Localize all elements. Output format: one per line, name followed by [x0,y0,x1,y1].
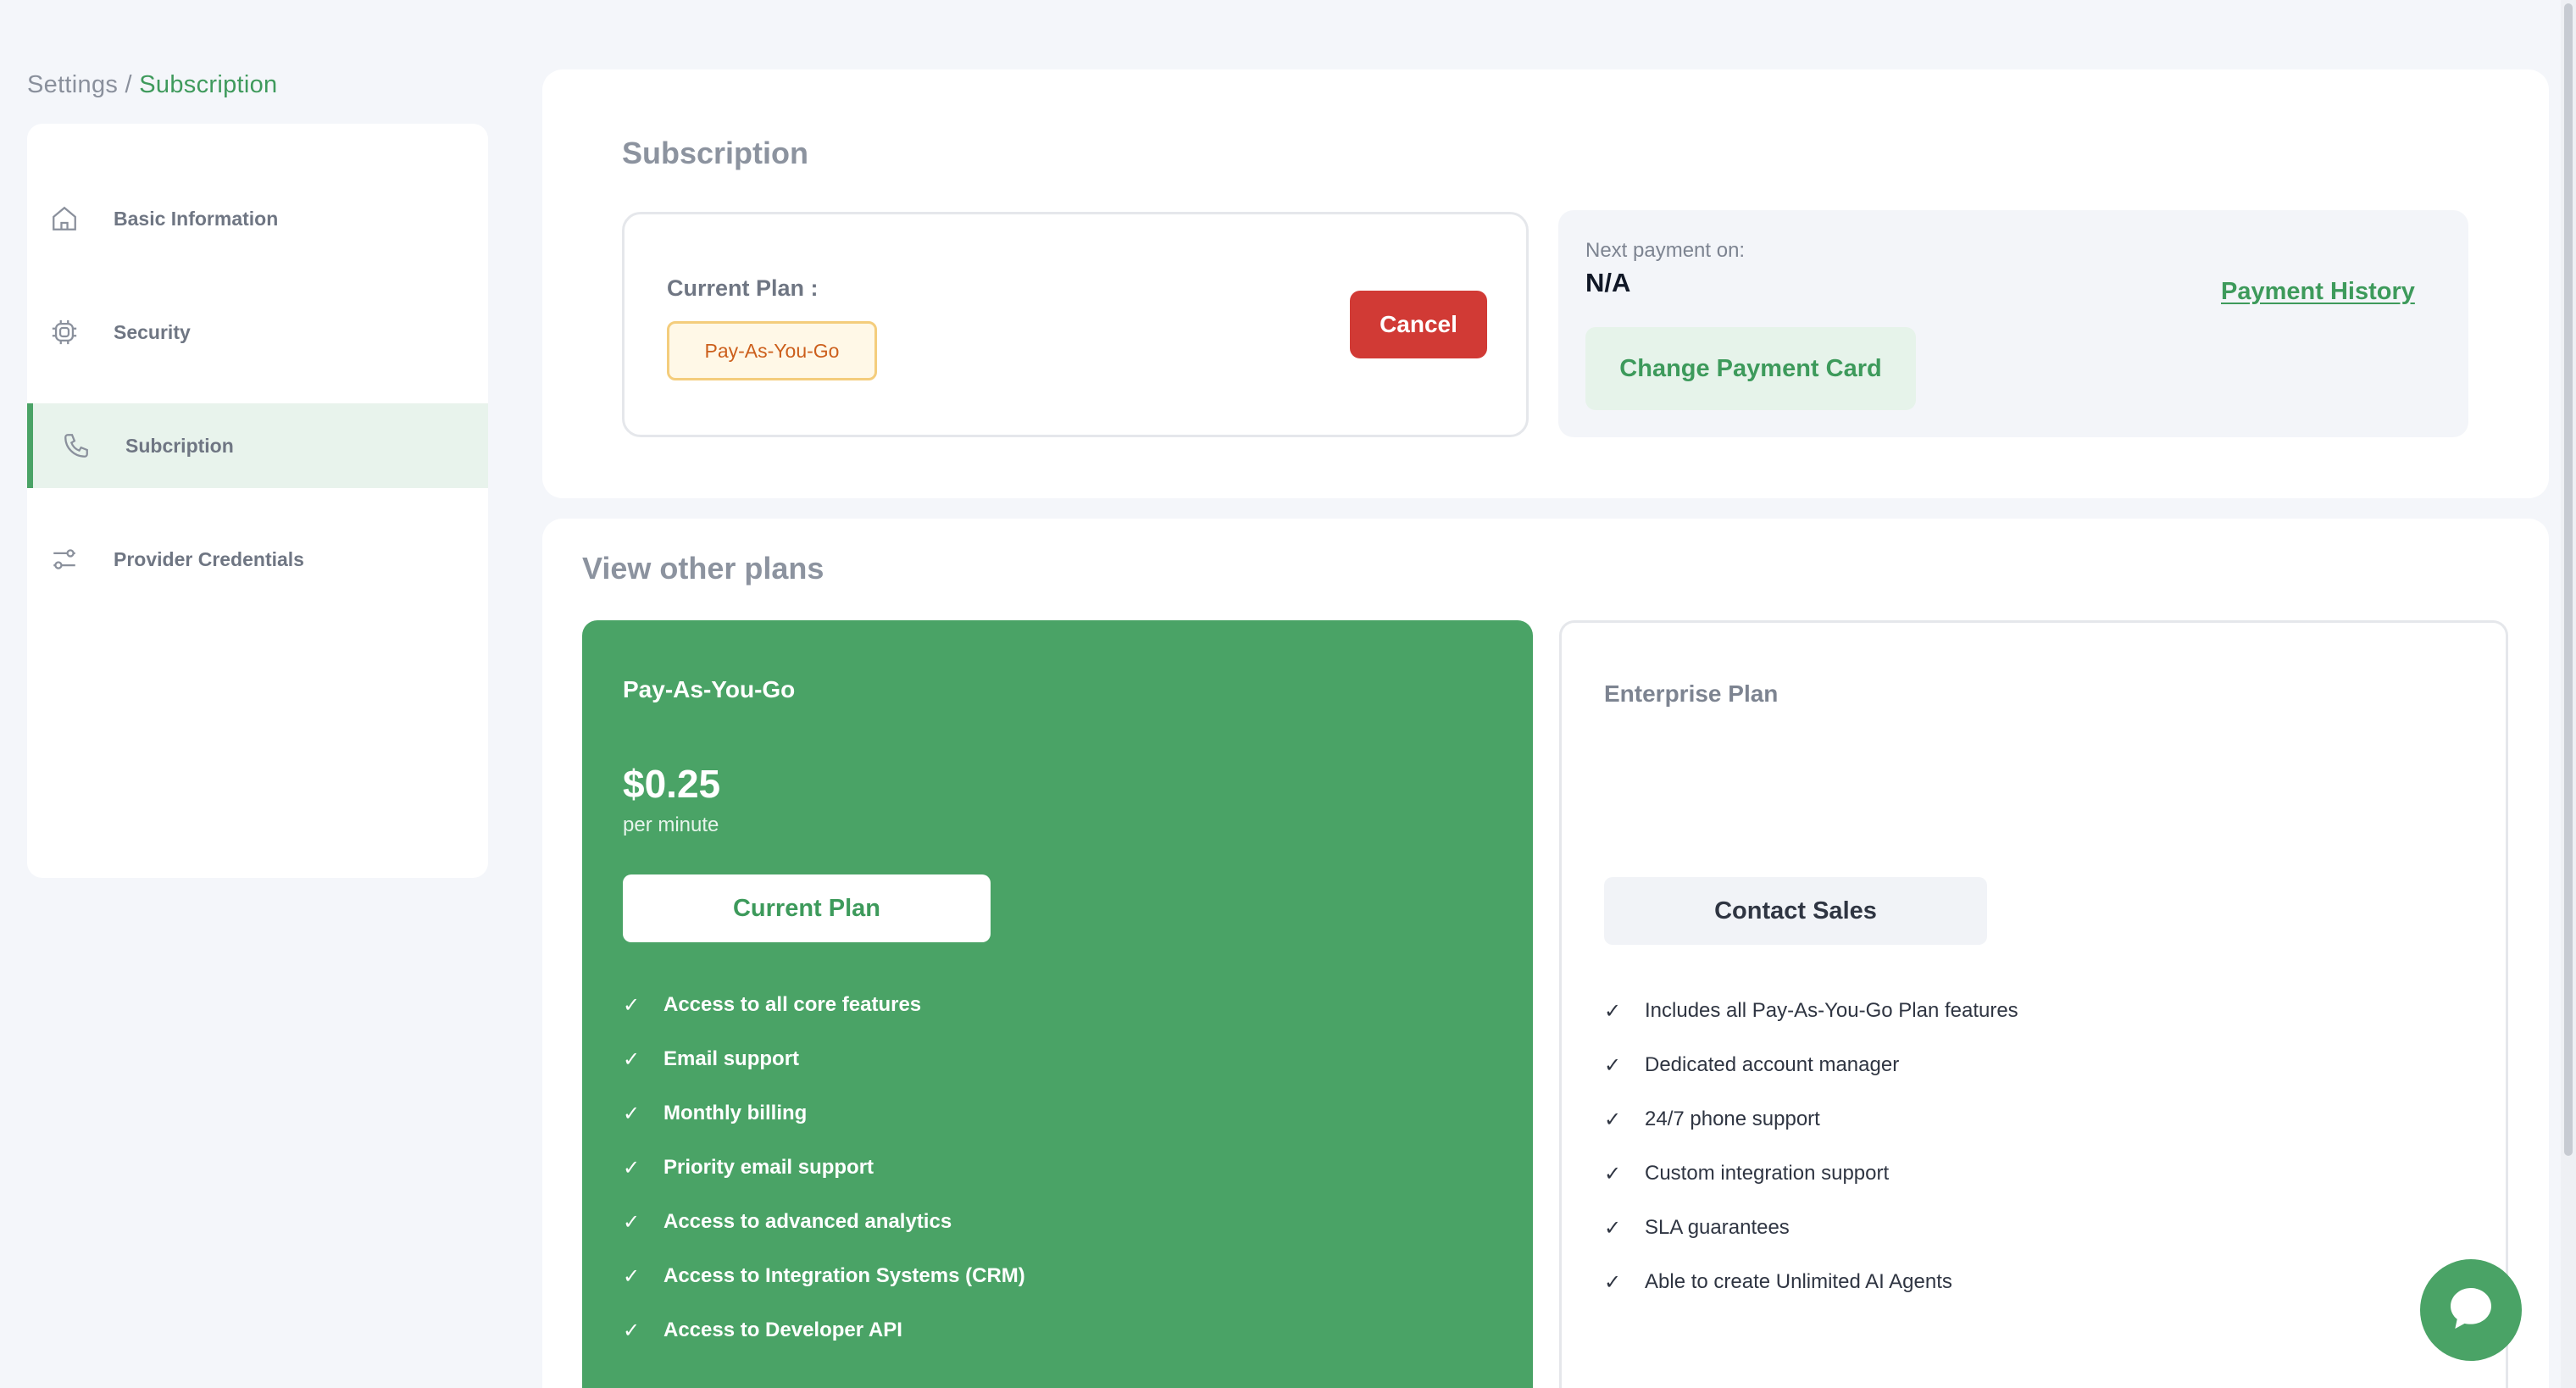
check-icon: ✓ [623,993,641,1017]
list-item: ✓ Access to all core features [623,978,1025,1032]
feature-text: Access to Developer API [663,1319,902,1341]
list-item: ✓ Email support [623,1032,1025,1086]
check-icon: ✓ [623,1102,641,1125]
chip-icon [47,315,81,349]
app-root: Settings / Subscription Basic Informatio… [0,0,2576,1388]
feature-text: Custom integration support [1645,1162,1890,1185]
change-payment-card-button[interactable]: Change Payment Card [1585,327,1916,410]
list-item: ✓ Monthly billing [623,1086,1025,1141]
sliders-icon [47,542,81,576]
list-item: ✓ Dedicated account manager [1604,1038,2018,1092]
feature-text: 24/7 phone support [1645,1108,1820,1130]
feature-text: SLA guarantees [1645,1216,1790,1239]
feature-text: Access to advanced analytics [663,1210,952,1233]
breadcrumb: Settings / Subscription [27,71,277,99]
plans-card: View other plans Pay-As-You-Go $0.25 per… [542,519,2549,1388]
plan-feature-list: ✓ Access to all core features ✓ Email supp… [623,978,1025,1357]
list-item: ✓ Access to Developer API [623,1303,1025,1357]
current-plan-button[interactable]: Current Plan [623,874,991,942]
check-icon: ✓ [1604,1162,1622,1185]
sidebar-item-label: Security [114,320,191,343]
feature-text: Email support [663,1047,800,1070]
list-item: ✓ Priority email support [623,1141,1025,1195]
next-payment-label: Next payment on: [1585,239,1746,262]
feature-text: Access to Integration Systems (CRM) [663,1264,1025,1287]
feature-text: Access to all core features [663,993,922,1016]
list-item: ✓ Custom integration support [1604,1146,2018,1201]
subscription-card: Subscription Current Plan : Pay-As-You-G… [542,69,2549,498]
plan-card-pay-as-you-go: Pay-As-You-Go $0.25 per minute Current P… [582,620,1533,1388]
sidebar-item-basic-information[interactable]: Basic Information [27,176,488,261]
contact-sales-button[interactable]: Contact Sales [1604,877,1987,945]
phone-icon [59,429,93,463]
sidebar-item-subscription[interactable]: Subcription [27,403,488,488]
settings-sidebar: Basic Information Security Subcription P… [27,124,488,878]
feature-text: Priority email support [663,1156,874,1179]
check-icon: ✓ [1604,999,1622,1023]
check-icon: ✓ [1604,1053,1622,1077]
home-icon [47,202,81,236]
check-icon: ✓ [623,1156,641,1180]
current-plan-badge: Pay-As-You-Go [667,321,877,380]
feature-text: Includes all Pay-As-You-Go Plan features [1645,999,2018,1022]
breadcrumb-settings-link[interactable]: Settings [27,71,118,98]
sidebar-item-label: Provider Credentials [114,547,304,570]
feature-text: Monthly billing [663,1102,808,1124]
check-icon: ✓ [1604,1108,1622,1131]
page-scrollbar-thumb[interactable] [2564,3,2573,1156]
check-icon: ✓ [1604,1270,1622,1294]
sidebar-item-provider-credentials[interactable]: Provider Credentials [27,517,488,602]
sidebar-item-label: Basic Information [114,207,279,230]
plan-feature-list: ✓ Includes all Pay-As-You-Go Plan feature… [1604,984,2018,1309]
sidebar-item-label: Subcription [125,434,234,457]
check-icon: ✓ [623,1047,641,1071]
breadcrumb-separator: / [118,71,140,98]
breadcrumb-current: Subscription [139,71,278,98]
payment-info-box: Next payment on: N/A Change Payment Card… [1558,210,2468,437]
list-item: ✓ Access to advanced analytics [623,1195,1025,1249]
chat-bubble-icon [2444,1281,2498,1340]
next-payment-value: N/A [1585,268,1631,297]
plan-name: Enterprise Plan [1604,680,1779,707]
list-item: ✓ Access to Integration Systems (CRM) [623,1249,1025,1303]
plan-price-unit: per minute [623,813,719,836]
list-item: ✓ Includes all Pay-As-You-Go Plan feature… [1604,984,2018,1038]
plan-name: Pay-As-You-Go [623,676,796,702]
subscription-title: Subscription [622,136,809,170]
cancel-subscription-button[interactable]: Cancel [1350,291,1487,358]
sidebar-item-security[interactable]: Security [27,290,488,375]
chat-launcher-button[interactable] [2420,1259,2522,1361]
feature-text: Able to create Unlimited AI Agents [1645,1270,1952,1293]
list-item: ✓ Able to create Unlimited AI Agents [1604,1255,2018,1309]
check-icon: ✓ [623,1319,641,1342]
plan-price: $0.25 [623,762,721,806]
view-other-plans-title: View other plans [582,551,824,586]
check-icon: ✓ [623,1210,641,1234]
list-item: ✓ SLA guarantees [1604,1201,2018,1255]
feature-text: Dedicated account manager [1645,1053,1900,1076]
payment-history-link[interactable]: Payment History [2221,278,2415,306]
plan-card-enterprise: Enterprise Plan Contact Sales ✓ Includes … [1559,620,2508,1388]
check-icon: ✓ [1604,1216,1622,1240]
current-plan-label: Current Plan : [667,275,819,301]
current-plan-box: Current Plan : Pay-As-You-Go Cancel [622,212,1529,437]
check-icon: ✓ [623,1264,641,1288]
list-item: ✓ 24/7 phone support [1604,1092,2018,1146]
